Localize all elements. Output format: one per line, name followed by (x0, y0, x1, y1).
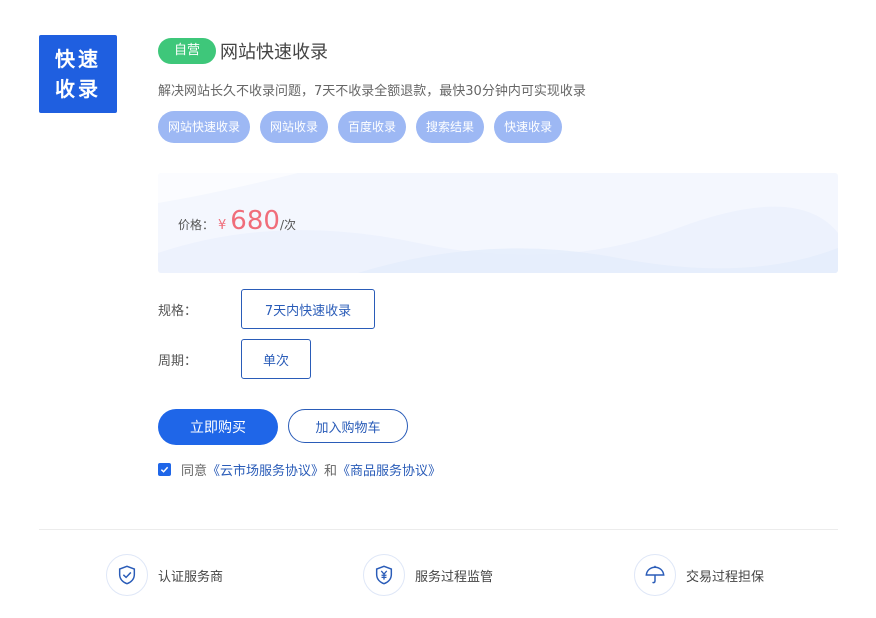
agreement-checkbox[interactable] (158, 463, 171, 476)
product-title: 网站快速收录 (220, 42, 329, 63)
spec-option-7day[interactable]: 7天内快速收录 (241, 289, 375, 329)
product-description: 解决网站长久不收录问题，7天不收录全额退款，最快30分钟内可实现收录 (158, 84, 586, 99)
feature-label: 服务过程监管 (415, 569, 494, 585)
tag-item[interactable]: 网站收录 (260, 111, 329, 143)
price-label: 价格： (178, 218, 215, 232)
spec-label: 规格： (158, 304, 198, 319)
feature-guarantee: 交易过程担保 (634, 554, 764, 596)
logo-line-2: 收录 (55, 77, 101, 101)
title-row: 自营 网站快速收录 (158, 37, 328, 65)
period-label: 周期： (158, 354, 198, 369)
logo-line-1: 快速 (55, 47, 101, 71)
tag-item[interactable]: 百度收录 (338, 111, 407, 143)
self-operated-badge: 自营 (158, 38, 217, 64)
tag-item[interactable]: 搜索结果 (416, 111, 485, 143)
feature-label: 认证服务商 (158, 569, 224, 585)
tag-item[interactable]: 网站快速收录 (158, 111, 251, 143)
price-row: 价格： ¥ 680 /次 (178, 206, 296, 236)
umbrella-icon (634, 554, 676, 596)
shield-check-icon (106, 554, 148, 596)
product-logo: 快速 收录 (39, 35, 117, 113)
price-unit: /次 (279, 218, 296, 232)
tag-item[interactable]: 快速收录 (494, 111, 563, 143)
feature-certified: 认证服务商 (106, 554, 223, 596)
price-currency: ¥ (218, 218, 227, 233)
price-value: 680 (230, 206, 280, 236)
divider (39, 529, 838, 530)
product-agreement-link[interactable]: 《商品服务协议》 (337, 460, 441, 479)
price-panel: 价格： ¥ 680 /次 (158, 173, 838, 273)
agreement-row: 同意 《云市场服务协议》 和 《商品服务协议》 (158, 460, 441, 479)
agreement-and: 和 (324, 464, 338, 479)
cloud-market-agreement-link[interactable]: 《云市场服务协议》 (207, 460, 324, 479)
check-icon (160, 466, 169, 473)
period-option-single[interactable]: 单次 (241, 339, 311, 379)
shield-yen-icon (363, 554, 405, 596)
feature-label: 交易过程担保 (686, 569, 765, 585)
tag-list: 网站快速收录 网站收录 百度收录 搜索结果 快速收录 (158, 111, 563, 143)
feature-supervision: 服务过程监管 (363, 554, 493, 596)
agreement-prefix: 同意 (181, 464, 208, 479)
buy-now-button[interactable]: 立即购买 (158, 409, 278, 445)
add-to-cart-button[interactable]: 加入购物车 (288, 409, 408, 443)
